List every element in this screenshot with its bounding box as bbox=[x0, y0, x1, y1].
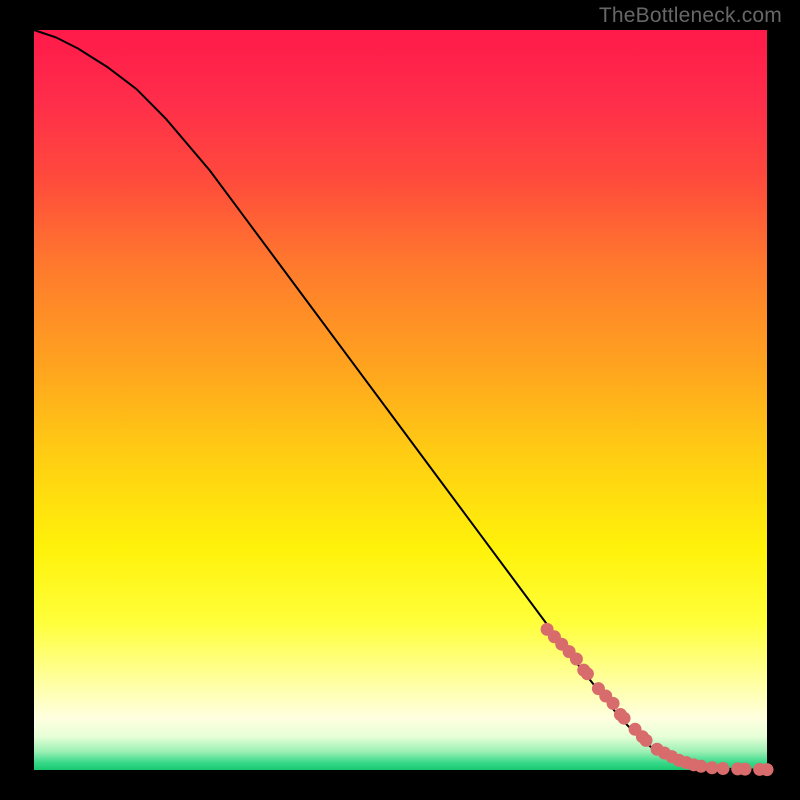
scatter-point bbox=[695, 760, 708, 773]
plot-background bbox=[34, 30, 767, 770]
scatter-point bbox=[717, 762, 730, 775]
scatter-point bbox=[570, 653, 583, 666]
scatter-point bbox=[581, 667, 594, 680]
scatter-point bbox=[739, 763, 752, 776]
scatter-point bbox=[761, 763, 774, 776]
chart-svg bbox=[0, 0, 800, 800]
scatter-point bbox=[607, 697, 620, 710]
chart-frame: TheBottleneck.com bbox=[0, 0, 800, 800]
watermark-text: TheBottleneck.com bbox=[599, 4, 782, 28]
scatter-point bbox=[640, 734, 653, 747]
scatter-point bbox=[618, 712, 631, 725]
